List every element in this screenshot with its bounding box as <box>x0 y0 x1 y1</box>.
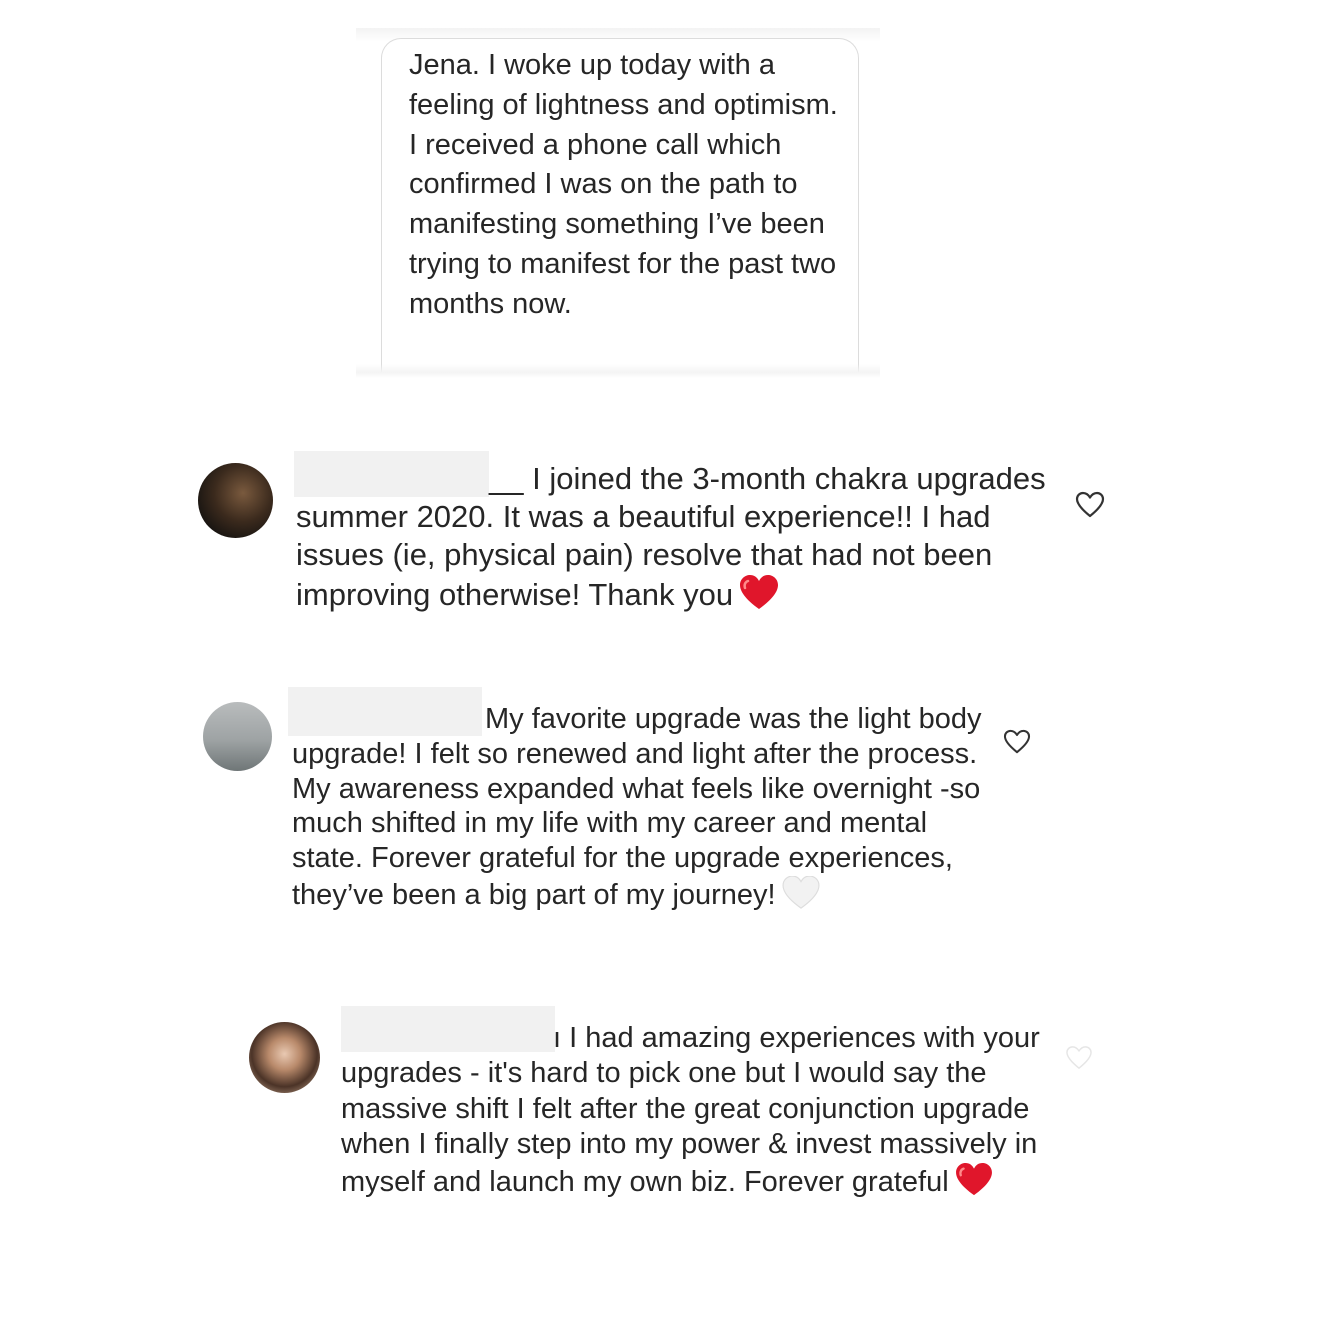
heart-outline-icon[interactable] <box>1075 491 1105 523</box>
white-heart-emoji <box>782 875 820 919</box>
comment-prefix: ı <box>553 1022 562 1054</box>
avatar[interactable] <box>249 1022 320 1093</box>
message-text: Jena. I woke up today with a feeling of … <box>409 49 838 320</box>
avatar[interactable] <box>198 463 273 538</box>
heart-outline-icon[interactable] <box>1065 1045 1093 1075</box>
red-heart-emoji <box>739 574 779 620</box>
heart-outline-icon[interactable] <box>1003 729 1031 759</box>
bubble-bottom-shadow <box>356 364 880 378</box>
comment-prefix: __ <box>489 461 524 496</box>
comment-text: __ I joined the 3-month chakra upgrades … <box>296 460 1056 620</box>
comment-text: ı I had amazing experiences with your up… <box>341 1021 1041 1206</box>
red-heart-emoji <box>955 1162 993 1206</box>
comment-body: I joined the 3-month chakra upgrades sum… <box>296 461 1046 612</box>
comment-body: My favorite upgrade was the light body u… <box>292 703 982 911</box>
comment-text: My favorite upgrade was the light body u… <box>292 702 992 919</box>
avatar[interactable] <box>203 702 272 771</box>
comment-body: I had amazing experiences with your upgr… <box>341 1022 1040 1198</box>
